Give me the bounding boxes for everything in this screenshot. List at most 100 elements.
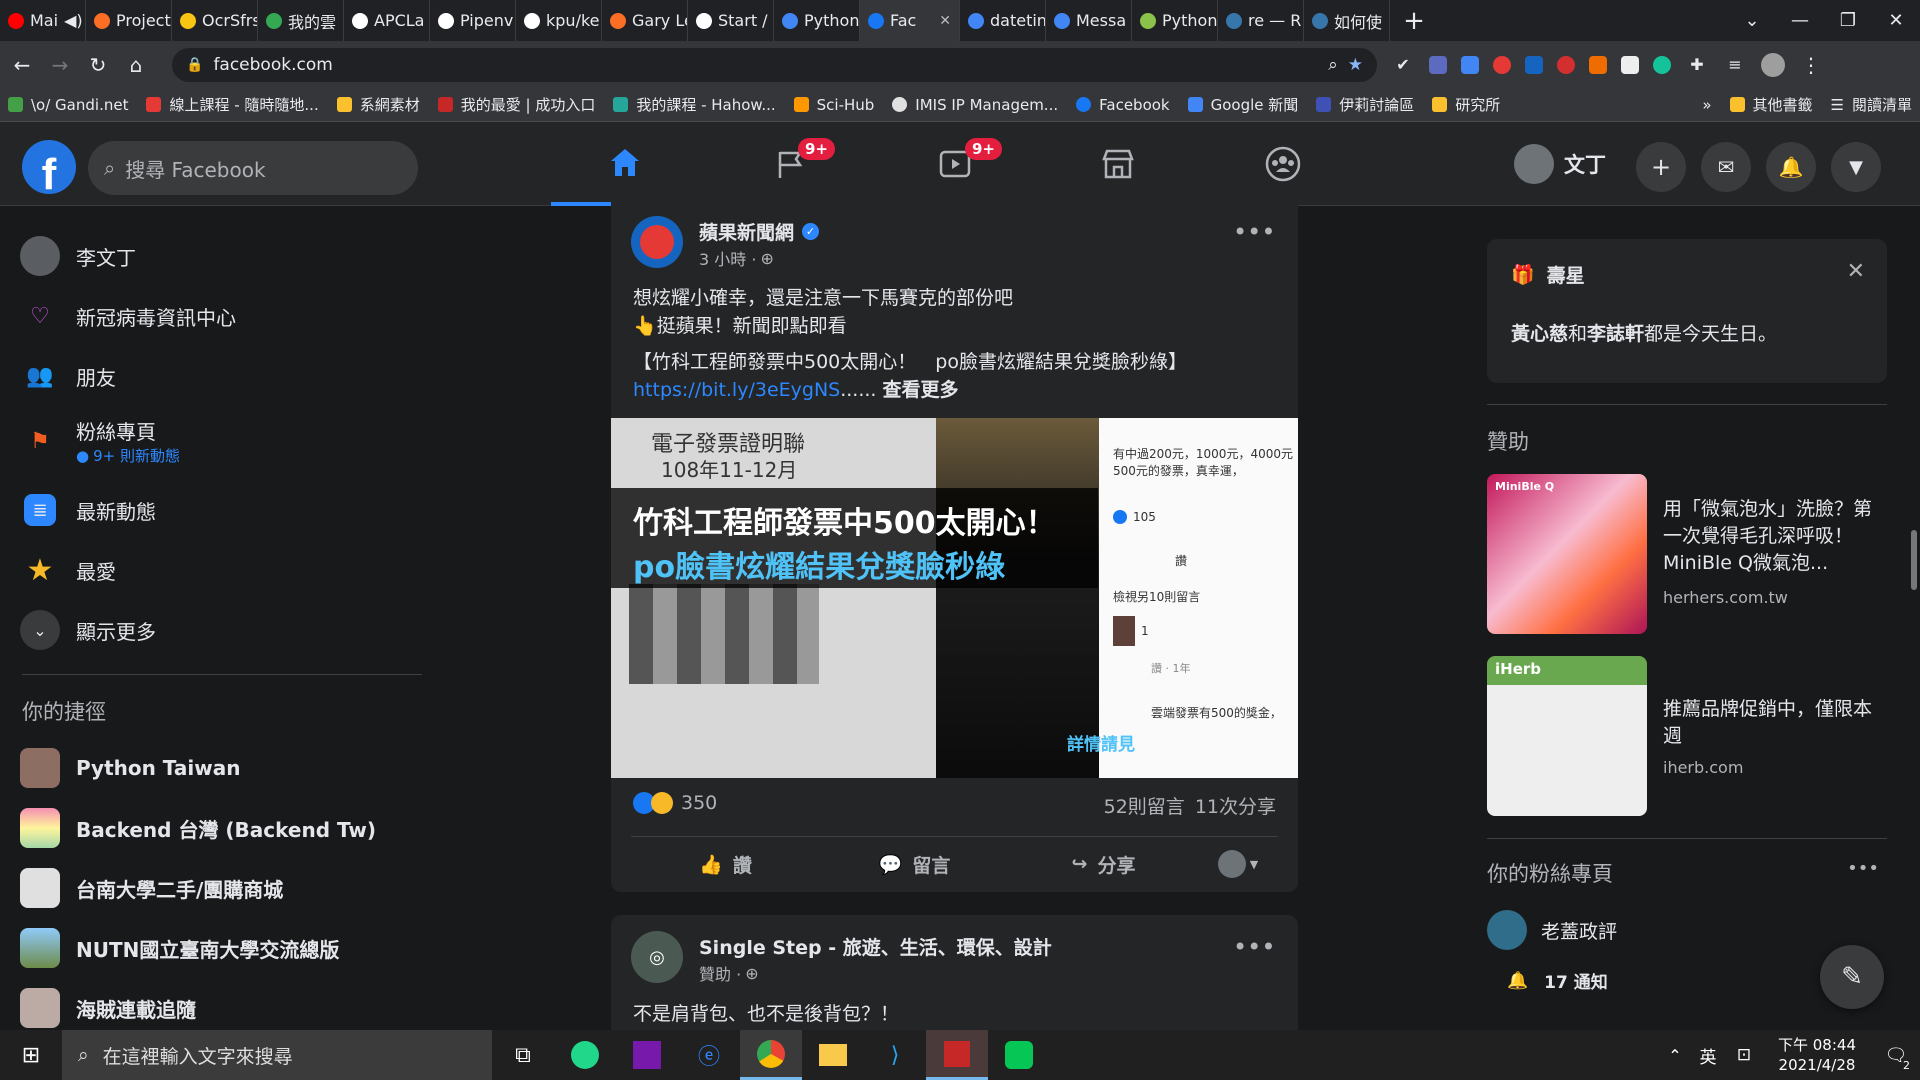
extension-icon[interactable] [1589,55,1607,74]
sponsored-label[interactable]: 贊助 · [699,961,741,985]
share-count[interactable]: 11次分享 [1195,792,1276,819]
browser-tab[interactable]: APCLa [344,0,430,41]
close-tab-icon[interactable]: ✕ [939,13,951,29]
post-time[interactable]: 3 小時 · [699,246,756,270]
zoom-icon[interactable]: ⌕ [1328,55,1338,75]
bookmark[interactable]: 我的最愛 | 成功入口 [437,94,595,115]
shortcut-item[interactable]: NUTN國立臺南大學交流總版 [20,928,339,968]
browser-tab[interactable]: Python [774,0,860,41]
close-icon[interactable]: ✕ [1847,259,1865,284]
speaker-icon[interactable]: ◀) [64,11,83,30]
browser-tab[interactable]: Pipenv [430,0,516,41]
extension-icon[interactable] [1493,55,1511,74]
close-window-button[interactable]: ✕ [1872,10,1920,31]
sidebar-item-profile[interactable]: 李文丁 [20,236,136,276]
bookmark-folder[interactable]: 研究所 [1432,94,1500,115]
media-icon[interactable]: ≡ [1723,55,1747,74]
grammarly-icon[interactable] [1653,55,1671,74]
ime-icon[interactable]: ⊡ [1726,1030,1762,1080]
extensions-puzzle-icon[interactable]: ✚ [1685,55,1709,74]
browser-tab[interactable]: 如何使 [1304,0,1390,41]
birthday-person[interactable]: 黃心慈 [1511,323,1568,345]
browser-tab[interactable]: Start / [688,0,774,41]
check-extension-icon[interactable]: ✔ [1391,55,1415,74]
new-tab-button[interactable]: + [1390,6,1438,36]
browser-tab[interactable]: Messa [1046,0,1132,41]
browser-tab[interactable]: datetin [960,0,1046,41]
ad-item[interactable]: iHerb 推薦品牌促銷中，僅限本週 iherb.com [1487,656,1887,816]
bookmark[interactable]: 線上課程 - 隨時隨地... [146,94,319,115]
taskbar-search-input[interactable]: ⌕ 在這裡輸入文字來搜尋 [62,1030,492,1080]
post-as-selector[interactable]: ▼ [1198,842,1278,886]
page-avatar[interactable] [631,216,683,268]
page-name[interactable]: 蘋果新聞網 [699,218,794,245]
extension-icon[interactable] [1525,55,1543,74]
ad-item[interactable]: MiniBle Q 用「微氣泡水」洗臉？第一次覺得毛孔深呼吸！MiniBle Q… [1487,474,1887,634]
shortcut-item[interactable]: 台南大學二手/團購商城 [20,868,283,908]
extension-icon[interactable] [1557,55,1575,74]
sidebar-item-news-feed[interactable]: ≣ 最新動態 [20,490,156,530]
shortcut-item[interactable]: 海賊連載追隨 [20,988,196,1028]
sidebar-item-covid[interactable]: ♡ 新冠病毒資訊中心 [20,296,236,336]
page-avatar[interactable]: ◎ [631,931,683,983]
tab-pages[interactable]: 9+ [716,122,864,206]
browser-tab-active[interactable]: Fac ✕ [860,0,960,41]
browser-tab[interactable]: kpu/ke [516,0,602,41]
search-input[interactable]: ⌕ 搜尋 Facebook [88,141,418,195]
sidebar-item-favorites[interactable]: ★ 最愛 [20,550,116,590]
reaction-count[interactable]: 350 [681,792,717,814]
app-file-explorer[interactable] [802,1030,864,1080]
reload-icon[interactable]: ↻ [86,53,110,77]
reading-list[interactable]: ☰ 閱讀清單 [1831,94,1912,115]
tab-watch[interactable]: 9+ [881,122,1029,206]
minimize-button[interactable]: — [1776,10,1824,31]
browser-tab[interactable]: Project [86,0,172,41]
chrome-menu-icon[interactable]: ⋮ [1799,53,1823,77]
bookmark[interactable]: Google 新聞 [1187,94,1298,115]
clock[interactable]: 下午 08:44 2021/4/28 [1762,1035,1872,1075]
post-options-button[interactable]: ••• [1233,933,1275,961]
app-chrome[interactable] [740,1030,802,1080]
messenger-button[interactable]: ✉ [1701,142,1751,192]
home-icon[interactable]: ⌂ [124,53,148,77]
app-vscode[interactable]: ⟩ [864,1030,926,1080]
create-button[interactable]: + [1636,142,1686,192]
shortcut-item[interactable]: Python Taiwan [20,748,240,788]
input-language[interactable]: 英 [1690,1030,1726,1080]
browser-tab[interactable]: Python [1132,0,1218,41]
task-view-button[interactable]: ⧉ [492,1030,554,1080]
bookmark[interactable]: 伊莉討論區 [1316,94,1414,115]
other-bookmarks[interactable]: 其他書籤 [1729,94,1813,115]
show-more-button[interactable]: ⌄ 顯示更多 [20,610,156,650]
notion-icon[interactable] [1621,55,1639,74]
bookmark[interactable]: Sci-Hub [793,96,874,114]
browser-tab[interactable]: Mai ◀) [0,0,86,41]
like-button[interactable]: 👍 讚 [631,842,820,886]
post-link[interactable]: https://bit.ly/3eEygNS [633,379,840,401]
share-button[interactable]: ↪ 分享 [1009,842,1198,886]
shortcut-item[interactable]: Backend 台灣 (Backend Tw) [20,808,376,848]
bookmark-folder[interactable]: 系網素材 [336,94,420,115]
post-options-button[interactable]: ••• [1233,218,1275,246]
pages-options-button[interactable]: ••• [1847,858,1879,879]
bookmark[interactable]: 我的課程 - Hahow... [613,94,776,115]
birthday-person[interactable]: 李誌軒 [1587,323,1644,345]
app-pycharm[interactable] [554,1030,616,1080]
see-more-link[interactable]: 查看更多 [883,379,959,401]
page-scrollbar[interactable] [1911,530,1917,590]
tray-overflow-icon[interactable]: ⌃ [1660,1030,1690,1080]
bookmark[interactable]: Facebook [1076,96,1170,114]
app-onenote[interactable] [616,1030,678,1080]
app-line[interactable] [988,1030,1050,1080]
address-bar[interactable]: 🔒 facebook.com ⌕ ★ [172,47,1377,82]
start-button[interactable]: ⊞ [0,1030,62,1080]
browser-tab[interactable]: re — R [1218,0,1304,41]
browser-tab[interactable]: 我的雲 [258,0,344,41]
forward-icon[interactable]: → [48,53,72,77]
extension-icon[interactable] [1429,55,1447,74]
page-name[interactable]: Single Step - 旅遊、生活、環保、設計 [699,933,1052,960]
app-tool[interactable] [926,1030,988,1080]
page-shortcut[interactable]: 老蓋政評 [1487,910,1617,950]
profile-avatar-icon[interactable] [1761,52,1785,77]
facebook-logo[interactable]: f [22,140,76,194]
